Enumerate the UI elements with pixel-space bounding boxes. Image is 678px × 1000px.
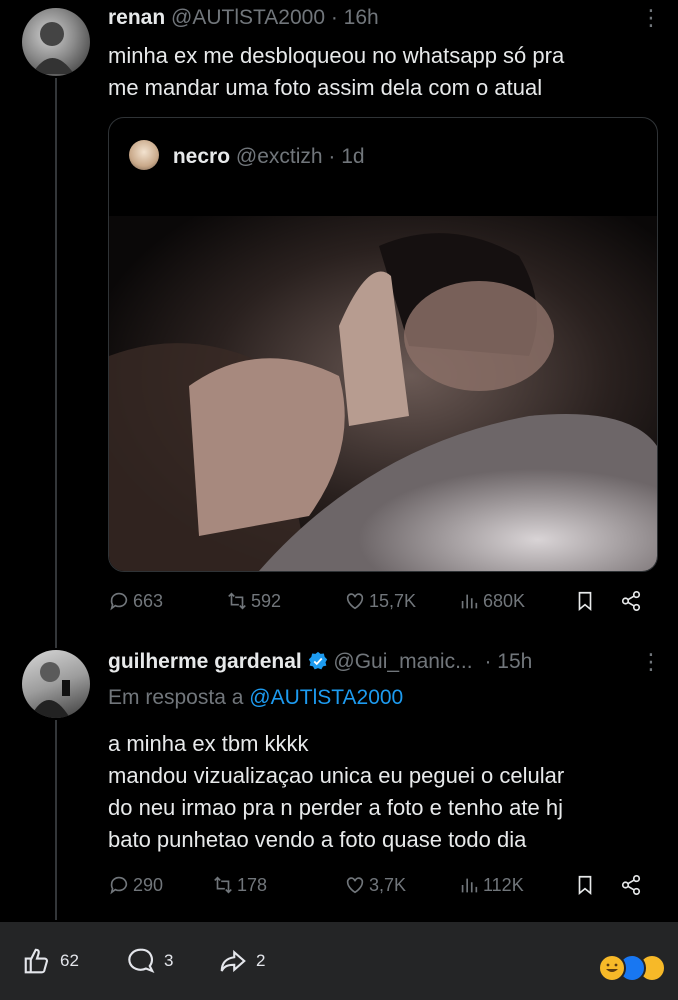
quoted-photo[interactable] <box>109 216 657 571</box>
views-icon <box>461 594 478 609</box>
avatar[interactable] <box>22 650 90 718</box>
like-count: 62 <box>60 951 79 970</box>
share-icon <box>621 591 641 611</box>
reply-button[interactable]: 290 <box>108 874 163 896</box>
bookmark-button[interactable] <box>574 874 596 896</box>
retweet-icon <box>228 592 246 610</box>
author-handle[interactable]: @Gui_manic... <box>333 650 472 673</box>
haha-reaction-icon <box>598 954 626 982</box>
thumbs-up-icon <box>24 948 49 974</box>
like-count: 15,7K <box>369 590 417 611</box>
bookmark-icon <box>578 591 592 612</box>
views-button[interactable]: 680K <box>458 590 525 612</box>
tweet-time[interactable]: · 16h <box>331 6 379 29</box>
tweet-text-line: do neu irmao pra n perder a foto e tenho… <box>108 795 563 820</box>
author-name[interactable]: guilherme gardenal <box>108 650 302 673</box>
quote-time: · 1d <box>328 145 365 168</box>
reply-to-link[interactable]: @AUTlSTA2000 <box>249 686 403 709</box>
reaction-summary[interactable] <box>598 954 666 982</box>
share-count: 2 <box>256 951 266 970</box>
reply-button[interactable]: 663 <box>108 590 163 612</box>
comment-button[interactable]: 3 <box>126 946 173 976</box>
share-arrow-icon <box>220 949 246 973</box>
reply-count: 290 <box>133 874 164 895</box>
author-name[interactable]: renan <box>108 6 165 29</box>
comment-count: 3 <box>164 951 174 970</box>
tweet-text: minha ex me desbloqueou no whatsapp só p… <box>108 40 564 104</box>
like-count: 3,7K <box>369 874 407 895</box>
share-icon <box>621 875 641 895</box>
view-count: 680K <box>483 590 526 611</box>
tweet-text-line: mandou vizualizaçao unica eu peguei o ce… <box>108 763 565 788</box>
author-handle[interactable]: @AUTlSTA2000 <box>171 6 325 29</box>
retweet-button[interactable]: 178 <box>212 874 267 896</box>
tweet-text-line: a minha ex tbm kkkk <box>108 731 309 756</box>
tweet-text: a minha ex tbm kkkk mandou vizualizaçao … <box>108 728 564 856</box>
tweet-header: guilherme gardenal @Gui_manic... · 15h <box>108 650 532 674</box>
reply-count: 663 <box>133 590 164 611</box>
reply-prefix: Em resposta a <box>108 686 244 709</box>
bookmark-button[interactable] <box>574 590 596 612</box>
share-button[interactable] <box>620 874 642 896</box>
reply-icon <box>110 876 128 895</box>
reply-context: Em resposta a @AUTlSTA2000 <box>108 686 403 710</box>
like-button[interactable]: 3,7K <box>344 874 406 896</box>
avatar[interactable] <box>22 8 90 76</box>
tweet-time[interactable]: · 15h <box>484 650 532 673</box>
views-icon <box>461 878 478 893</box>
retweet-count: 178 <box>237 874 268 895</box>
view-count: 112K <box>483 874 524 895</box>
reply-icon <box>110 592 128 611</box>
quote-avatar <box>129 140 159 170</box>
quote-author-handle[interactable]: @exctizh <box>236 145 323 168</box>
reaction-bar: 62 3 2 <box>0 922 678 1000</box>
tweet-text-line: bato punhetao vendo a foto quase todo di… <box>108 827 527 852</box>
retweet-count: 592 <box>251 590 282 611</box>
tweet-text-line: minha ex me desbloqueou no whatsapp só p… <box>108 43 565 68</box>
verified-badge-icon <box>308 651 327 670</box>
retweet-button[interactable]: 592 <box>226 590 281 612</box>
like-button[interactable]: 15,7K <box>344 590 416 612</box>
quoted-tweet[interactable]: necro @exctizh · 1d <box>108 117 658 572</box>
quote-header: necro @exctizh · 1d <box>129 140 365 170</box>
share-reaction-button[interactable]: 2 <box>218 946 265 976</box>
heart-icon <box>346 877 364 894</box>
retweet-icon <box>214 876 232 894</box>
thread-line <box>55 78 57 648</box>
comment-icon <box>128 948 155 974</box>
share-button[interactable] <box>620 590 642 612</box>
bookmark-icon <box>578 875 592 896</box>
heart-icon <box>346 593 364 610</box>
thread-line <box>55 720 57 920</box>
more-options-icon[interactable]: ⋮ <box>640 7 662 29</box>
more-options-icon[interactable]: ⋮ <box>640 651 662 673</box>
tweet-actions: 290 178 3,7K 112K <box>108 874 648 904</box>
views-button[interactable]: 112K <box>458 874 524 896</box>
like-reaction-button[interactable]: 62 <box>22 946 79 976</box>
tweet-actions: 663 592 15,7K 680K <box>108 590 648 620</box>
tweet-header: renan @AUTlSTA2000 · 16h <box>108 6 379 30</box>
quote-author-name[interactable]: necro <box>173 145 230 168</box>
tweet-text-line: me mandar uma foto assim dela com o atua… <box>108 75 543 100</box>
